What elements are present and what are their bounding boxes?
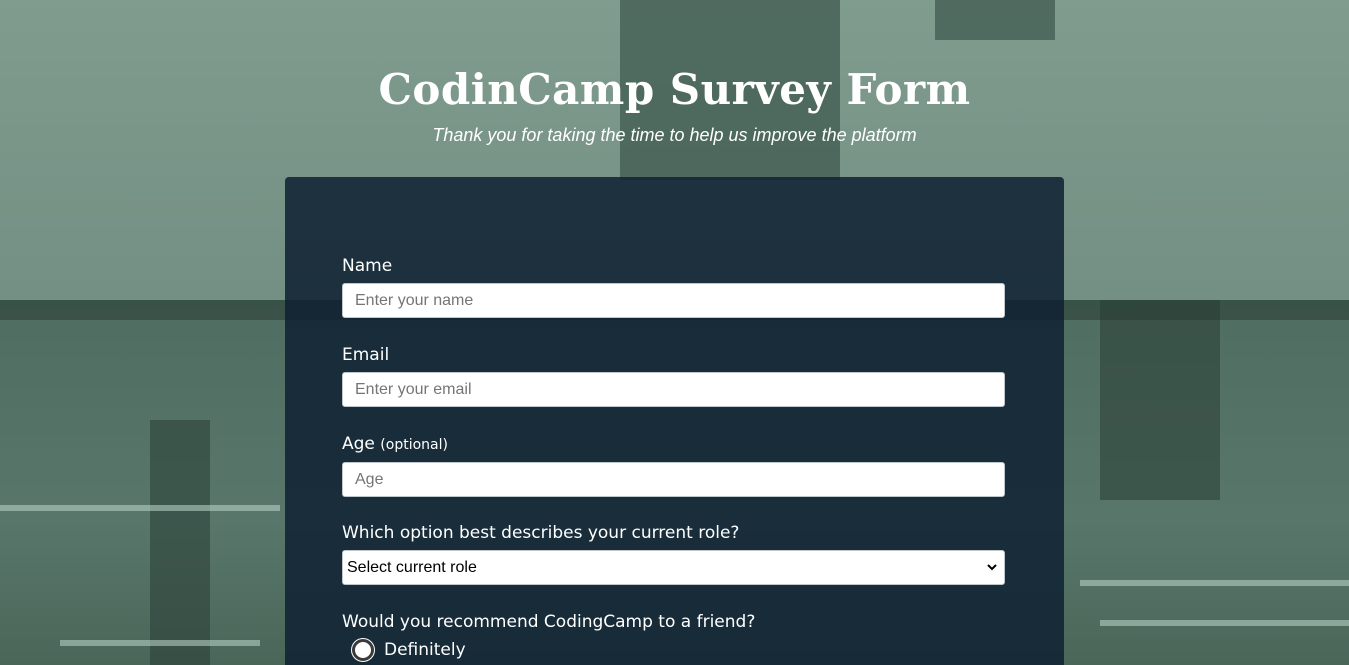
- background-pillar: [935, 0, 1055, 40]
- age-label: Age (optional): [342, 433, 1006, 456]
- email-label: Email: [342, 345, 390, 365]
- age-field-group: Age (optional): [342, 433, 1006, 497]
- age-optional-note: (optional): [380, 437, 448, 453]
- background-light: [1100, 620, 1349, 626]
- email-input[interactable]: [342, 372, 1005, 407]
- background-light: [0, 505, 280, 511]
- background-light: [1080, 580, 1349, 586]
- name-label: Name: [342, 256, 393, 276]
- name-input[interactable]: [342, 283, 1005, 318]
- page-header: CodinCamp Survey Form Thank you for taki…: [0, 62, 1349, 146]
- background-light: [60, 640, 260, 646]
- role-select-value: Select current role: [347, 558, 477, 576]
- page-description: Thank you for taking the time to help us…: [432, 125, 917, 145]
- radio-label: Definitely: [384, 640, 466, 660]
- email-field-group: Email: [342, 344, 1006, 407]
- role-label: Which option best describes your current…: [342, 523, 740, 543]
- recommend-option-definitely[interactable]: Definitely: [352, 639, 1006, 661]
- page-title: CodinCamp Survey Form: [378, 65, 971, 114]
- name-field-group: Name: [342, 255, 1006, 318]
- chevron-down-icon: [987, 564, 997, 571]
- background-beam: [150, 420, 210, 665]
- background-beam: [1100, 300, 1220, 500]
- survey-form: Name Email Age (optional) Which option b…: [285, 177, 1064, 665]
- recommend-label: Would you recommend CodingCamp to a frie…: [342, 612, 756, 632]
- age-label-text: Age: [342, 434, 375, 454]
- radio-button[interactable]: [352, 639, 374, 661]
- recommend-field-group: Would you recommend CodingCamp to a frie…: [342, 611, 1006, 661]
- role-select[interactable]: Select current role: [342, 550, 1005, 585]
- role-field-group: Which option best describes your current…: [342, 522, 1006, 585]
- age-input[interactable]: [342, 462, 1005, 497]
